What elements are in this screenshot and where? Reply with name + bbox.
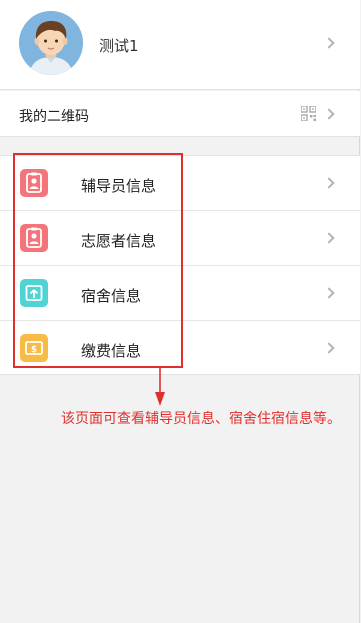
chevron-right-icon — [323, 177, 335, 189]
contact-card-icon — [20, 169, 48, 197]
menu-item-label: 志愿者信息 — [81, 232, 157, 250]
menu-item-counselor-info[interactable]: 辅导员信息 — [0, 156, 360, 211]
username: 测试1 — [99, 37, 139, 55]
app-screen: 测试1 我的二维码 辅导员信息 志愿者信息 宿舍信息 $ 缴费信息 该页面可查看… — [0, 0, 360, 623]
my-qrcode-row[interactable]: 我的二维码 — [0, 91, 360, 137]
menu-item-payment-info[interactable]: $ 缴费信息 — [0, 321, 360, 376]
chevron-right-icon — [323, 287, 335, 299]
qrcode-icon — [301, 106, 316, 121]
chevron-right-icon — [323, 108, 335, 120]
annotation-note: 该页面可查看辅导员信息、宿舍住宿信息等。 — [61, 411, 341, 427]
avatar-illustration — [19, 11, 83, 75]
avatar — [19, 11, 83, 75]
info-menu: 辅导员信息 志愿者信息 宿舍信息 $ 缴费信息 — [0, 155, 360, 375]
chevron-right-icon — [323, 37, 335, 49]
my-qrcode-label: 我的二维码 — [19, 109, 89, 125]
svg-text:$: $ — [31, 345, 37, 355]
menu-item-dormitory-info[interactable]: 宿舍信息 — [0, 266, 360, 321]
menu-item-label: 缴费信息 — [81, 342, 142, 360]
chevron-right-icon — [323, 232, 335, 244]
menu-item-volunteer-info[interactable]: 志愿者信息 — [0, 211, 360, 266]
chevron-right-icon — [323, 342, 335, 354]
menu-item-label: 辅导员信息 — [81, 177, 157, 195]
arrow-down-icon — [155, 366, 165, 406]
menu-item-label: 宿舍信息 — [81, 287, 142, 305]
profile-row[interactable]: 测试1 — [0, 0, 360, 90]
contact-card-icon — [20, 224, 48, 252]
dormitory-icon — [20, 279, 48, 307]
payment-icon: $ — [20, 334, 48, 362]
